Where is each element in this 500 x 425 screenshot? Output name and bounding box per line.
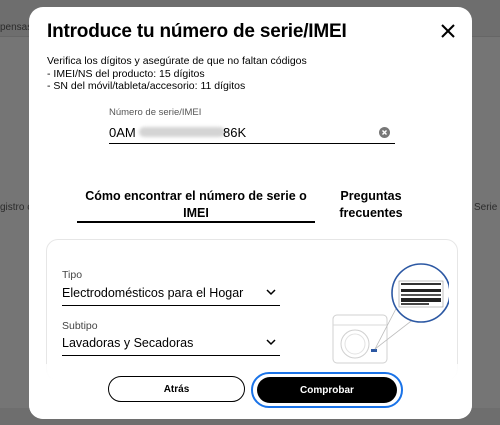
dialog-description: Verifica los dígitos y asegúrate de que … (47, 55, 307, 93)
chevron-down-icon (266, 339, 276, 346)
type-select[interactable]: Electrodomésticos para el Hogar (62, 283, 280, 306)
tab-how-to-find-serial[interactable]: Cómo encontrar el número de serie o IMEI (77, 188, 315, 222)
type-label: Tipo (62, 269, 83, 281)
chevron-down-icon (266, 289, 276, 296)
serial-value-suffix: 86K (223, 125, 247, 140)
dialog-title: Introduce tu número de serie/IMEI (47, 21, 347, 42)
tab-faq[interactable]: Preguntas frecuentes (331, 188, 411, 222)
serial-value-prefix: 0AM (109, 125, 136, 140)
subtype-label: Subtipo (62, 320, 98, 332)
close-icon[interactable] (437, 20, 459, 42)
description-line: - SN del móvil/tableta/accesorio: 11 díg… (47, 80, 246, 92)
background-text-right: Serie o (474, 202, 500, 213)
serial-imei-dialog: Introduce tu número de serie/IMEI Verifi… (29, 7, 472, 419)
back-button[interactable]: Atrás (108, 376, 245, 402)
serial-value-redacted (139, 127, 225, 137)
washing-machine-label-illustration (332, 263, 449, 364)
serial-field-label: Número de serie/IMEI (109, 107, 202, 118)
description-line: Verifica los dígitos y asegúrate de que … (47, 55, 307, 67)
check-button[interactable]: Comprobar (257, 377, 397, 403)
background-text-top: pensas (0, 22, 33, 33)
description-line: - IMEI/NS del producto: 15 dígitos (47, 67, 205, 80)
subtype-select-value: Lavadoras y Secadoras (62, 336, 194, 350)
active-tab-indicator (77, 221, 315, 223)
clear-icon[interactable] (379, 127, 390, 138)
subtype-select[interactable]: Lavadoras y Secadoras (62, 333, 280, 356)
serial-input[interactable]: 0AM 86K (109, 121, 395, 144)
type-select-value: Electrodomésticos para el Hogar (62, 286, 244, 300)
